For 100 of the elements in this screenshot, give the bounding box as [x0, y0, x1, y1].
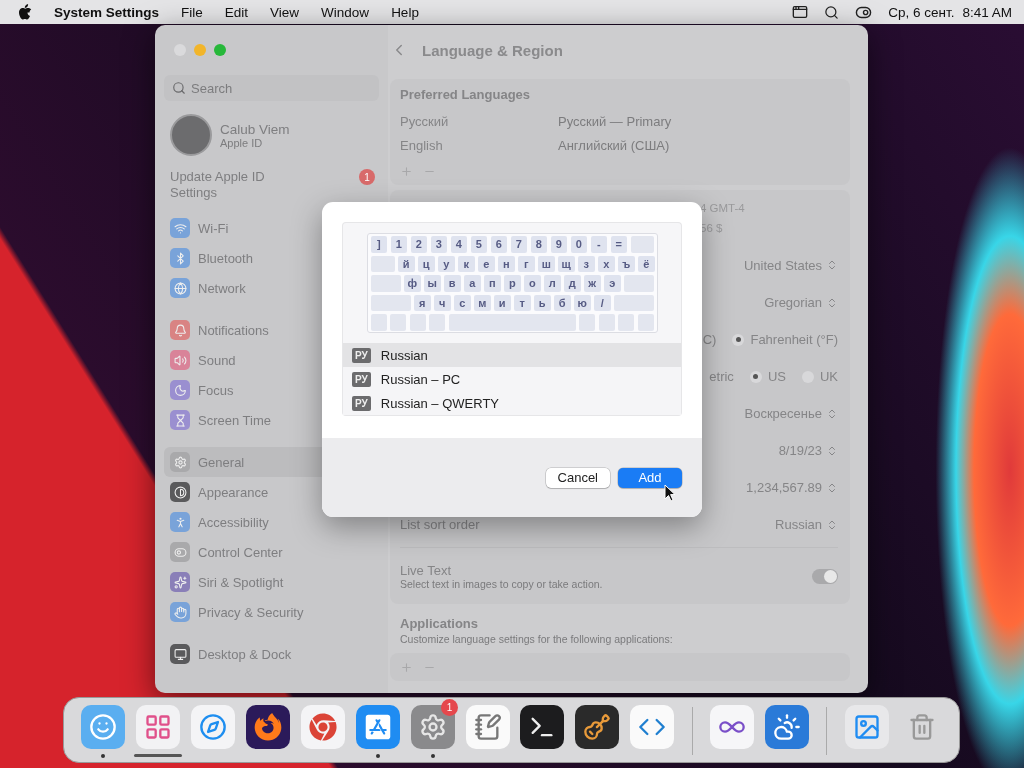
radio-option[interactable]: US: [749, 369, 786, 384]
sidebar-item[interactable]: Notifications: [164, 315, 379, 345]
popup-button[interactable]: 8/19/23: [778, 443, 838, 458]
menu-item[interactable]: Edit: [224, 4, 249, 20]
avatar[interactable]: [170, 114, 212, 156]
search-field[interactable]: Search: [164, 75, 379, 101]
keyboard-key: 2: [410, 236, 427, 253]
menu-item[interactable]: File: [181, 4, 203, 20]
keyboard-key: а: [464, 275, 481, 292]
popup-button[interactable]: United States: [743, 257, 838, 273]
fox-globe-icon[interactable]: [246, 705, 291, 749]
layout-item[interactable]: РУ Russian – PC: [343, 367, 681, 391]
app-grid-icon[interactable]: [136, 705, 181, 749]
language-badge: РУ: [352, 347, 371, 363]
menu-item[interactable]: Window: [321, 4, 370, 20]
code-icon[interactable]: [630, 705, 675, 749]
popup-button[interactable]: Russian: [775, 517, 838, 532]
up-down-chevron-icon: [826, 259, 838, 271]
keyboard-key: ч: [434, 294, 451, 311]
section-description: Customize language settings for the following applications:: [400, 633, 674, 645]
keyboard-key: и: [494, 294, 511, 311]
keyboard-key: п: [484, 275, 501, 292]
blank-key: [630, 236, 654, 253]
pointer-cursor-icon: [664, 484, 676, 502]
keyboard-key: ы: [424, 275, 441, 292]
keyboard-key: б: [554, 294, 571, 311]
keyboard-key: 1: [390, 236, 407, 253]
screenshot-thumbnail-icon[interactable]: [844, 705, 889, 749]
sidebar-item[interactable]: Control Center: [164, 537, 379, 567]
layout-item[interactable]: РУ Russian – QWERTY: [343, 391, 681, 415]
sidebar-item[interactable]: Desktop & Dock: [164, 639, 379, 669]
infinity-icon[interactable]: [710, 705, 755, 749]
menu-date[interactable]: Ср, 6 сент.: [888, 4, 955, 20]
notification-badge: 1: [441, 699, 459, 716]
smiling-face-icon[interactable]: [81, 705, 126, 749]
keyboard-key: ъ: [618, 255, 635, 272]
blank-key: [370, 255, 395, 272]
cloud-sun-icon[interactable]: [764, 705, 809, 749]
keyboard-key: 3: [430, 236, 447, 253]
language-name[interactable]: Русский: [400, 113, 558, 129]
keyboard-key: х: [598, 255, 615, 272]
sidebar-item[interactable]: Accessibility: [164, 507, 379, 537]
keyboard-key: 8: [530, 236, 547, 253]
sidebar-item[interactable]: Siri & Spotlight: [164, 567, 379, 597]
radio-label: UK: [819, 369, 838, 384]
layout-name: Russian – QWERTY: [380, 395, 499, 411]
setting-description: Select text in images to copy or take action.: [400, 577, 603, 590]
sidebar-item[interactable]: Appearance: [164, 477, 379, 507]
windows-icon[interactable]: [792, 4, 809, 20]
up-down-chevron-icon: [826, 444, 838, 457]
popup-button[interactable]: 1,234,567.89: [746, 480, 838, 495]
language-badge: РУ: [352, 395, 371, 411]
menu-item[interactable]: Help: [391, 4, 419, 20]
add-button[interactable]: Add: [618, 467, 682, 488]
account-subtitle: Apple ID: [220, 136, 264, 149]
keyboard-key: г: [518, 255, 535, 272]
letter-a-icon[interactable]: [355, 705, 400, 749]
radio-option[interactable]: Fahrenheit (°F): [732, 332, 838, 347]
keyboard-key: д: [564, 275, 581, 292]
keyboard-key: 4: [450, 236, 467, 253]
keyboard-key: с: [454, 294, 471, 311]
gear-icon[interactable]: [410, 705, 455, 749]
cancel-button[interactable]: Cancel: [545, 467, 610, 488]
popup-button[interactable]: Gregorian: [764, 295, 838, 310]
language-name[interactable]: English: [400, 137, 558, 153]
keyboard-key: л: [544, 275, 561, 292]
search-icon: [172, 81, 186, 95]
popup-button[interactable]: Воскресенье: [744, 406, 838, 421]
search-icon[interactable]: [824, 4, 840, 20]
compass-icon[interactable]: [191, 705, 236, 749]
keyboard-key: 9: [550, 236, 567, 253]
blank-key: [624, 275, 654, 292]
app-menu[interactable]: System Settings: [54, 4, 160, 20]
setting-detail: C): [702, 332, 717, 347]
menu-time[interactable]: 8:41 AM: [962, 4, 1012, 20]
sidebar-item[interactable]: Privacy & Security: [164, 597, 379, 627]
section-title: Applications: [400, 616, 479, 631]
toggle-switch[interactable]: [812, 568, 838, 584]
notepad-icon[interactable]: [465, 705, 510, 749]
keyboard-key: ц: [418, 255, 435, 272]
blank-key: [370, 294, 411, 311]
account-name[interactable]: Calub Viem: [220, 121, 290, 137]
sidebar-item[interactable]: Network: [164, 273, 379, 303]
keyboard-key: в: [444, 275, 461, 292]
keyboard-key: ь: [534, 294, 551, 311]
menu-item[interactable]: View: [270, 4, 300, 20]
up-down-chevron-icon: [826, 518, 838, 531]
guitar-icon[interactable]: [575, 705, 620, 749]
keyboard-key: ё: [638, 255, 655, 272]
keyboard-key: ж: [584, 275, 601, 292]
terminal-icon[interactable]: [520, 705, 565, 749]
keyboard-key: ф: [404, 275, 421, 292]
layout-item[interactable]: РУ Russian: [343, 343, 681, 367]
keyboard-key: ш: [538, 255, 555, 272]
radio-option[interactable]: UK: [801, 369, 838, 384]
update-link[interactable]: Update Apple ID Settings: [170, 169, 300, 201]
apple-logo-icon[interactable]: [18, 4, 32, 20]
keyboard-key: о: [524, 275, 541, 292]
keyboard-key: 5: [470, 236, 487, 253]
keyboard-key: щ: [558, 255, 575, 272]
